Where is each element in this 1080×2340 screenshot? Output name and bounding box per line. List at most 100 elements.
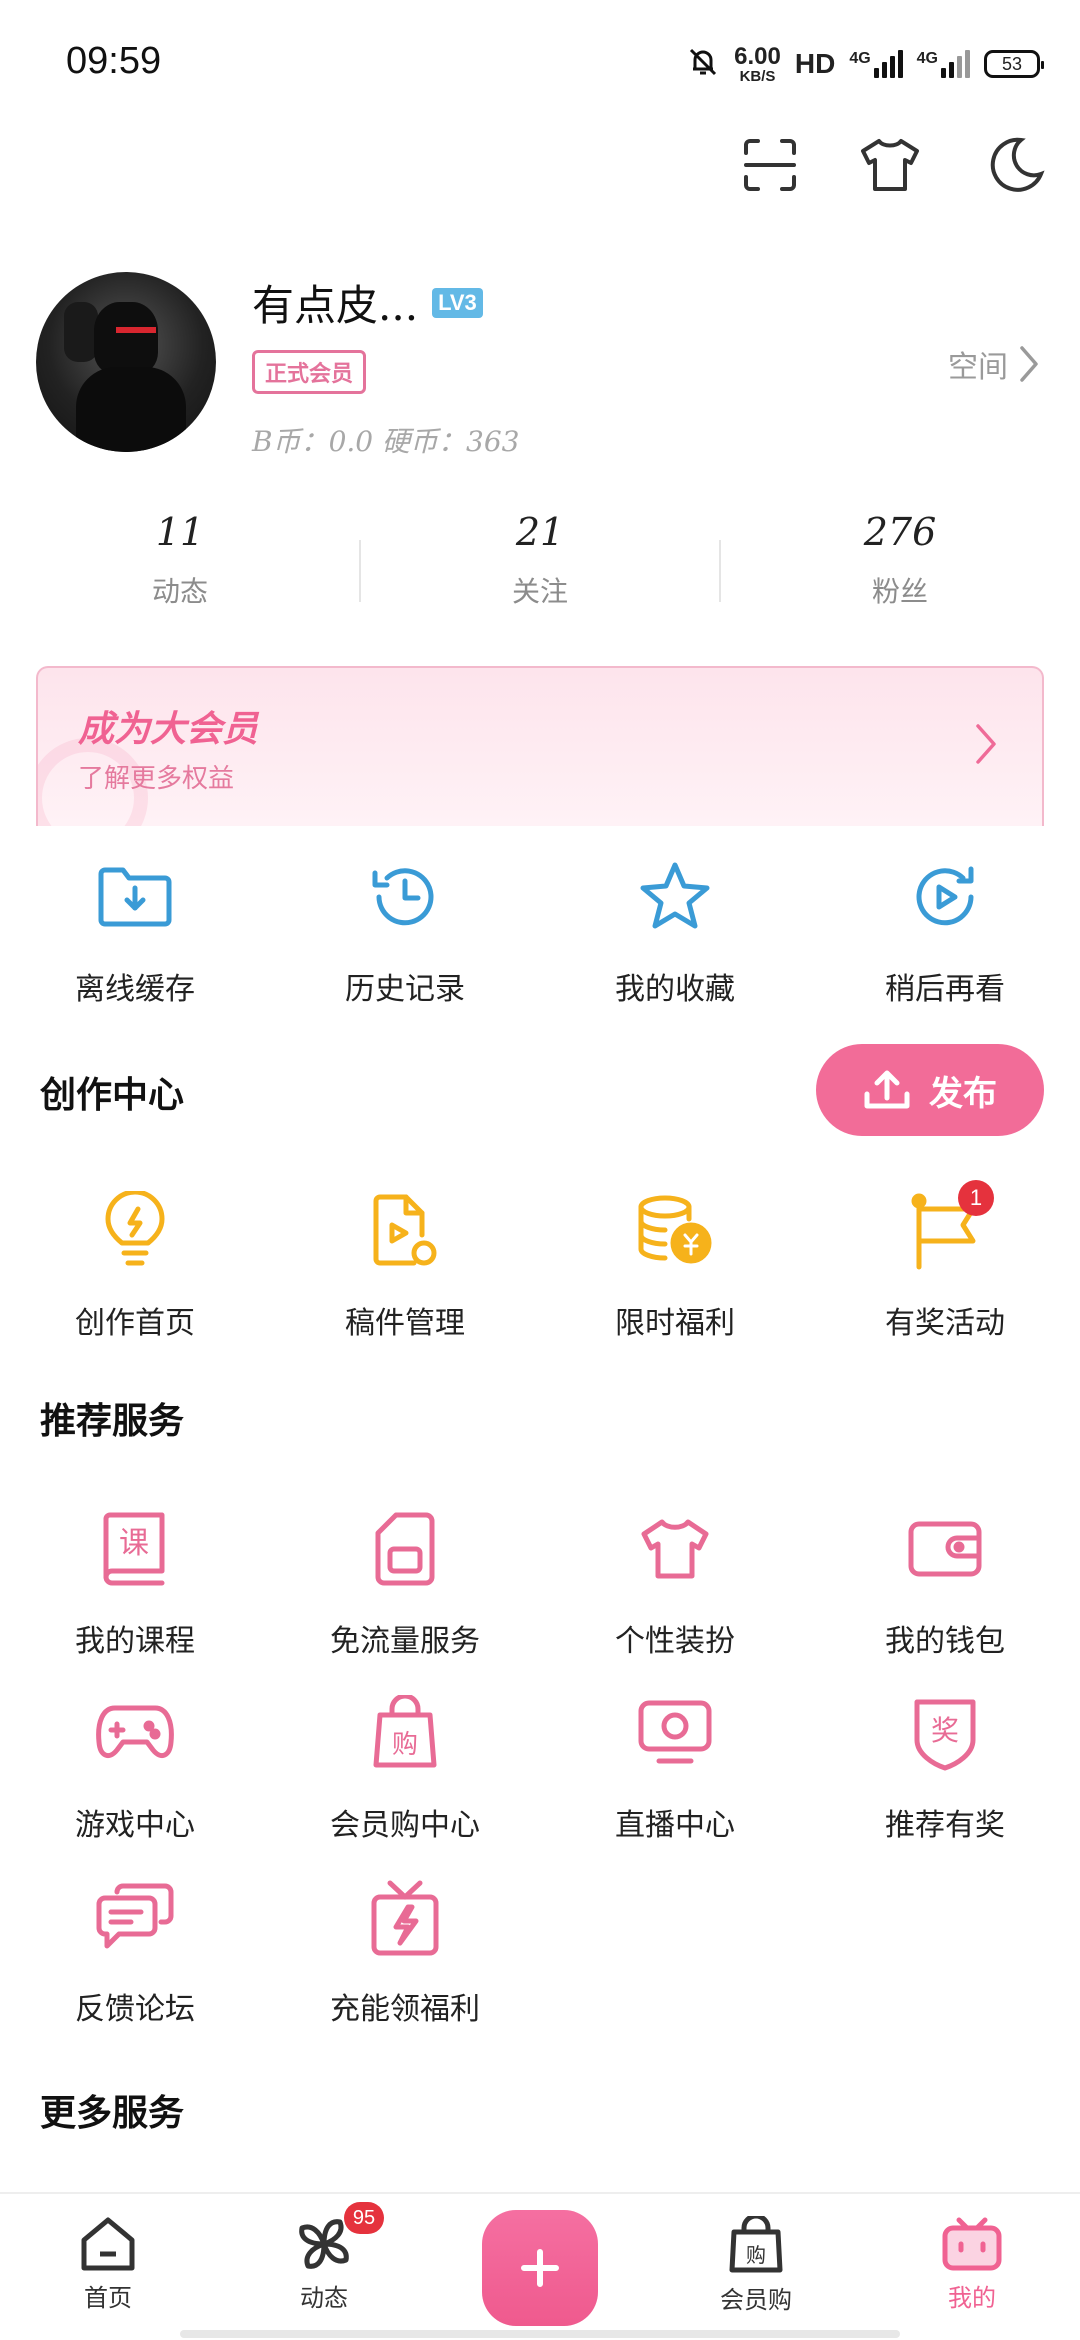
service-game-center[interactable]: 游戏中心	[0, 1688, 270, 1844]
creation-label: 稿件管理	[345, 1306, 465, 1341]
home-icon	[81, 2217, 135, 2271]
service-charge-benefit[interactable]: 充能领福利	[270, 1872, 540, 2028]
manuscript-icon	[360, 1186, 450, 1276]
gift-bolt-icon	[360, 1872, 450, 1962]
creation-limited-benefit[interactable]: 限时福利	[540, 1186, 810, 1342]
stat-label: 粉丝	[871, 575, 928, 608]
svg-text:购: 购	[746, 2243, 766, 2267]
shopping-bag-icon: 购	[729, 2216, 783, 2273]
service-label: 免流量服务	[330, 1624, 480, 1659]
battery-indicator: 53	[984, 50, 1044, 78]
course-book-icon: 课	[90, 1504, 180, 1594]
coins-info: B币：0.0 硬币：363	[252, 425, 520, 458]
plus-button[interactable]	[482, 2210, 598, 2326]
stat-label: 动态	[151, 575, 208, 608]
activity-badge: 1	[958, 1180, 994, 1216]
tab-home[interactable]: 首页	[0, 2194, 216, 2340]
stat-value: 21	[515, 510, 565, 554]
service-personal-dress[interactable]: 个性装扮	[540, 1504, 810, 1660]
service-label: 直播中心	[615, 1808, 735, 1843]
quick-label: 稍后再看	[885, 972, 1005, 1007]
chevron-right-icon	[976, 724, 996, 764]
dynamics-badge: 95	[344, 2202, 384, 2234]
tv-icon	[630, 1688, 720, 1778]
coins-icon	[630, 1186, 720, 1276]
creation-items: 创作首页 稿件管理 限时福利 1 有奖活动	[0, 1180, 1080, 1342]
quick-favorites[interactable]: 我的收藏	[540, 852, 810, 1008]
level-badge: LV3	[432, 287, 483, 318]
gamepad-icon	[90, 1688, 180, 1778]
stat-dynamics[interactable]: 11 动态	[0, 510, 360, 640]
signal-4g-2: 4G	[917, 50, 970, 78]
plus-icon	[521, 2249, 559, 2287]
service-referral-award[interactable]: 奖 推荐有奖	[810, 1688, 1080, 1844]
publish-button[interactable]: 发布	[816, 1044, 1044, 1136]
divider	[719, 540, 721, 602]
tab-mine[interactable]: 我的	[864, 2194, 1080, 2340]
service-my-wallet[interactable]: 我的钱包	[810, 1504, 1080, 1660]
vip-banner-title: 成为大会员	[78, 709, 259, 750]
tab-dynamics[interactable]: 95 动态	[216, 2194, 432, 2340]
mute-bell-icon	[686, 45, 720, 83]
services-row-1: 课 我的课程 免流量服务 个性装扮 我的钱包	[0, 1504, 1080, 1660]
top-actions	[680, 125, 1080, 205]
service-label: 个性装扮	[615, 1624, 735, 1659]
service-label: 我的钱包	[885, 1624, 1005, 1659]
quick-offline-cache[interactable]: 离线缓存	[0, 852, 270, 1008]
scan-icon[interactable]	[730, 125, 810, 205]
service-label: 反馈论坛	[75, 1992, 195, 2027]
bottom-tab-bar: 首页 95 动态 购 会员购 我的	[0, 2192, 1080, 2340]
service-feedback-forum[interactable]: 反馈论坛	[0, 1872, 270, 2028]
service-live-center[interactable]: 直播中心	[540, 1688, 810, 1844]
creation-center-title: 创作中心	[40, 1075, 185, 1116]
tshirt-theme-icon[interactable]	[850, 125, 930, 205]
space-label: 空间	[948, 350, 1008, 385]
stat-value: 11	[155, 510, 205, 554]
creation-manuscript[interactable]: 稿件管理	[270, 1186, 540, 1342]
download-folder-icon	[90, 852, 180, 942]
vip-banner[interactable]: 成为大会员 了解更多权益	[36, 666, 1044, 826]
space-link[interactable]: 空间	[948, 342, 1040, 386]
tab-member-shop[interactable]: 购 会员购	[648, 2194, 864, 2340]
service-label: 充能领福利	[330, 1992, 480, 2027]
services-row-3: 反馈论坛 充能领福利	[0, 1872, 1080, 2028]
wallet-icon	[900, 1504, 990, 1594]
shopping-bag-icon: 购	[360, 1688, 450, 1778]
net-type-2: 4G	[916, 50, 938, 67]
stat-label: 关注	[511, 575, 568, 608]
username-row[interactable]: 有点皮... LV3	[252, 272, 483, 333]
stat-followers[interactable]: 276 粉丝	[720, 510, 1080, 640]
quick-label: 历史记录	[345, 972, 465, 1007]
hd-indicator: HD	[794, 48, 836, 79]
service-member-shop[interactable]: 购 会员购中心	[270, 1688, 540, 1844]
tv-mascot-icon	[942, 2217, 1002, 2271]
speed-unit: KB/S	[739, 67, 776, 85]
quick-history[interactable]: 历史记录	[270, 852, 540, 1008]
stat-value: 276	[863, 510, 937, 554]
tab-label: 我的	[948, 2284, 996, 2312]
service-label: 会员购中心	[330, 1808, 480, 1843]
creation-label: 创作首页	[75, 1306, 195, 1341]
svg-text:购: 购	[392, 1730, 418, 1760]
service-free-data[interactable]: 免流量服务	[270, 1504, 540, 1660]
stat-following[interactable]: 21 关注	[360, 510, 720, 640]
creation-label: 有奖活动	[885, 1306, 1005, 1341]
username: 有点皮...	[252, 281, 419, 330]
quick-watch-later[interactable]: 稍后再看	[810, 852, 1080, 1008]
services-title: 推荐服务	[40, 1401, 185, 1442]
signal-4g-1: 4G	[849, 50, 903, 78]
creation-home[interactable]: 创作首页	[0, 1186, 270, 1342]
award-shield-icon: 奖	[900, 1688, 990, 1778]
vip-member-tag[interactable]: 正式会员	[252, 350, 367, 394]
quick-actions: 离线缓存 历史记录 我的收藏 稍后再看	[0, 852, 1080, 1008]
service-my-course[interactable]: 课 我的课程	[0, 1504, 270, 1660]
night-mode-moon-icon[interactable]	[976, 125, 1056, 205]
avatar[interactable]	[36, 272, 216, 452]
play-later-icon	[900, 852, 990, 942]
creation-award-activity[interactable]: 1 有奖活动	[810, 1180, 1080, 1342]
tab-label: 会员购	[720, 2286, 792, 2314]
tab-publish-plus[interactable]	[432, 2194, 648, 2340]
service-label: 我的课程	[75, 1624, 195, 1659]
chevron-right-icon	[1020, 346, 1038, 382]
tab-label: 首页	[84, 2284, 132, 2312]
